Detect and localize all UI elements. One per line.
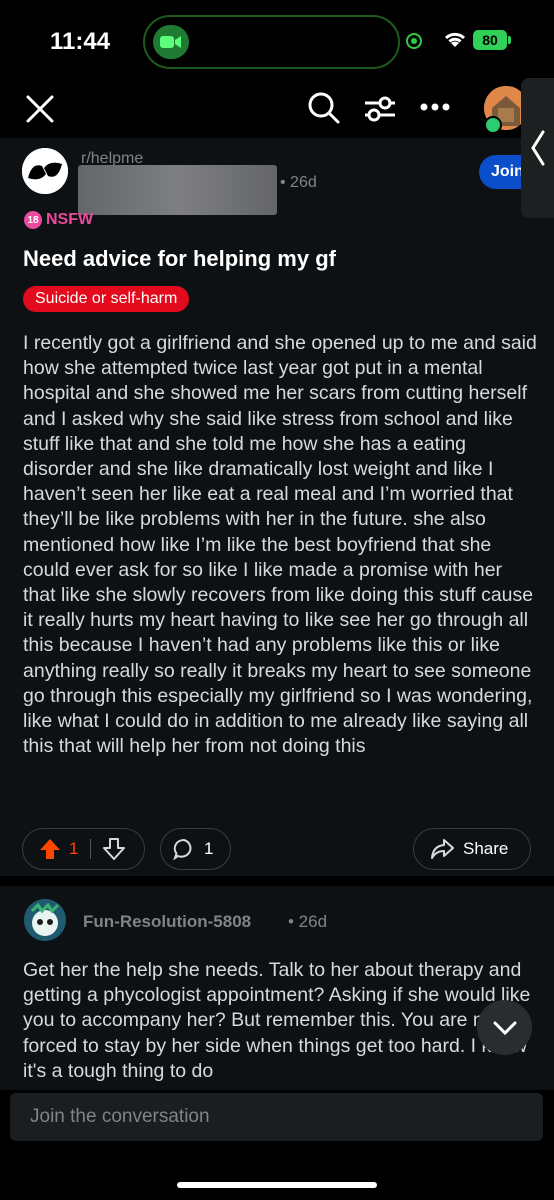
- comment-icon: [173, 838, 195, 860]
- post-flair[interactable]: Suicide or self-harm: [23, 286, 190, 312]
- comment-body: Get her the help she needs. Talk to her …: [23, 959, 531, 1082]
- chevron-left-icon[interactable]: [521, 78, 554, 218]
- vote-count: 1: [69, 839, 79, 858]
- battery-tip: [508, 36, 511, 44]
- nsfw-badge: 18: [24, 211, 42, 229]
- chevron-down-icon[interactable]: [477, 1000, 532, 1055]
- subreddit-avatar[interactable]: [22, 148, 68, 194]
- comment-count: 1: [204, 839, 214, 858]
- home-indicator[interactable]: [177, 1182, 377, 1188]
- vote-control: 1: [22, 828, 145, 870]
- comment-age: • 26d: [288, 912, 328, 931]
- comment-input[interactable]: Join the conversation: [10, 1093, 543, 1141]
- upvote-icon[interactable]: [39, 838, 61, 860]
- vote-divider: [90, 839, 92, 859]
- status-time: 11:44: [50, 28, 111, 55]
- post-body: I recently got a girlfriend and she open…: [23, 332, 537, 758]
- nsfw-label: NSFW: [46, 211, 94, 228]
- commenter-avatar[interactable]: [24, 899, 66, 941]
- recording-indicator-icon: [406, 33, 422, 49]
- section-divider: [0, 876, 554, 886]
- close-icon[interactable]: [22, 91, 58, 127]
- redacted-username: [78, 165, 277, 215]
- post-title: Need advice for helping my gf: [23, 246, 336, 271]
- share-label: Share: [463, 839, 509, 858]
- more-icon[interactable]: [418, 95, 452, 119]
- app-header: [0, 78, 554, 138]
- status-bar: 11:44 80: [0, 0, 554, 78]
- online-status-icon: [484, 116, 502, 134]
- post-age: • 26d: [280, 174, 317, 191]
- dynamic-island: [143, 15, 400, 69]
- video-camera-icon: [153, 25, 189, 59]
- downvote-icon[interactable]: [103, 838, 126, 860]
- battery-indicator: 80: [473, 30, 507, 50]
- search-icon[interactable]: [304, 88, 344, 128]
- filter-icon[interactable]: [360, 90, 400, 128]
- comments-button[interactable]: 1: [160, 828, 231, 870]
- wifi-icon: [443, 30, 467, 53]
- nsfw-tag: 18 NSFW: [24, 211, 93, 229]
- battery-level: 80: [482, 32, 498, 48]
- share-button[interactable]: Share: [413, 828, 531, 870]
- comment-author[interactable]: Fun-Resolution-5808: [83, 912, 251, 932]
- share-icon: [430, 838, 454, 860]
